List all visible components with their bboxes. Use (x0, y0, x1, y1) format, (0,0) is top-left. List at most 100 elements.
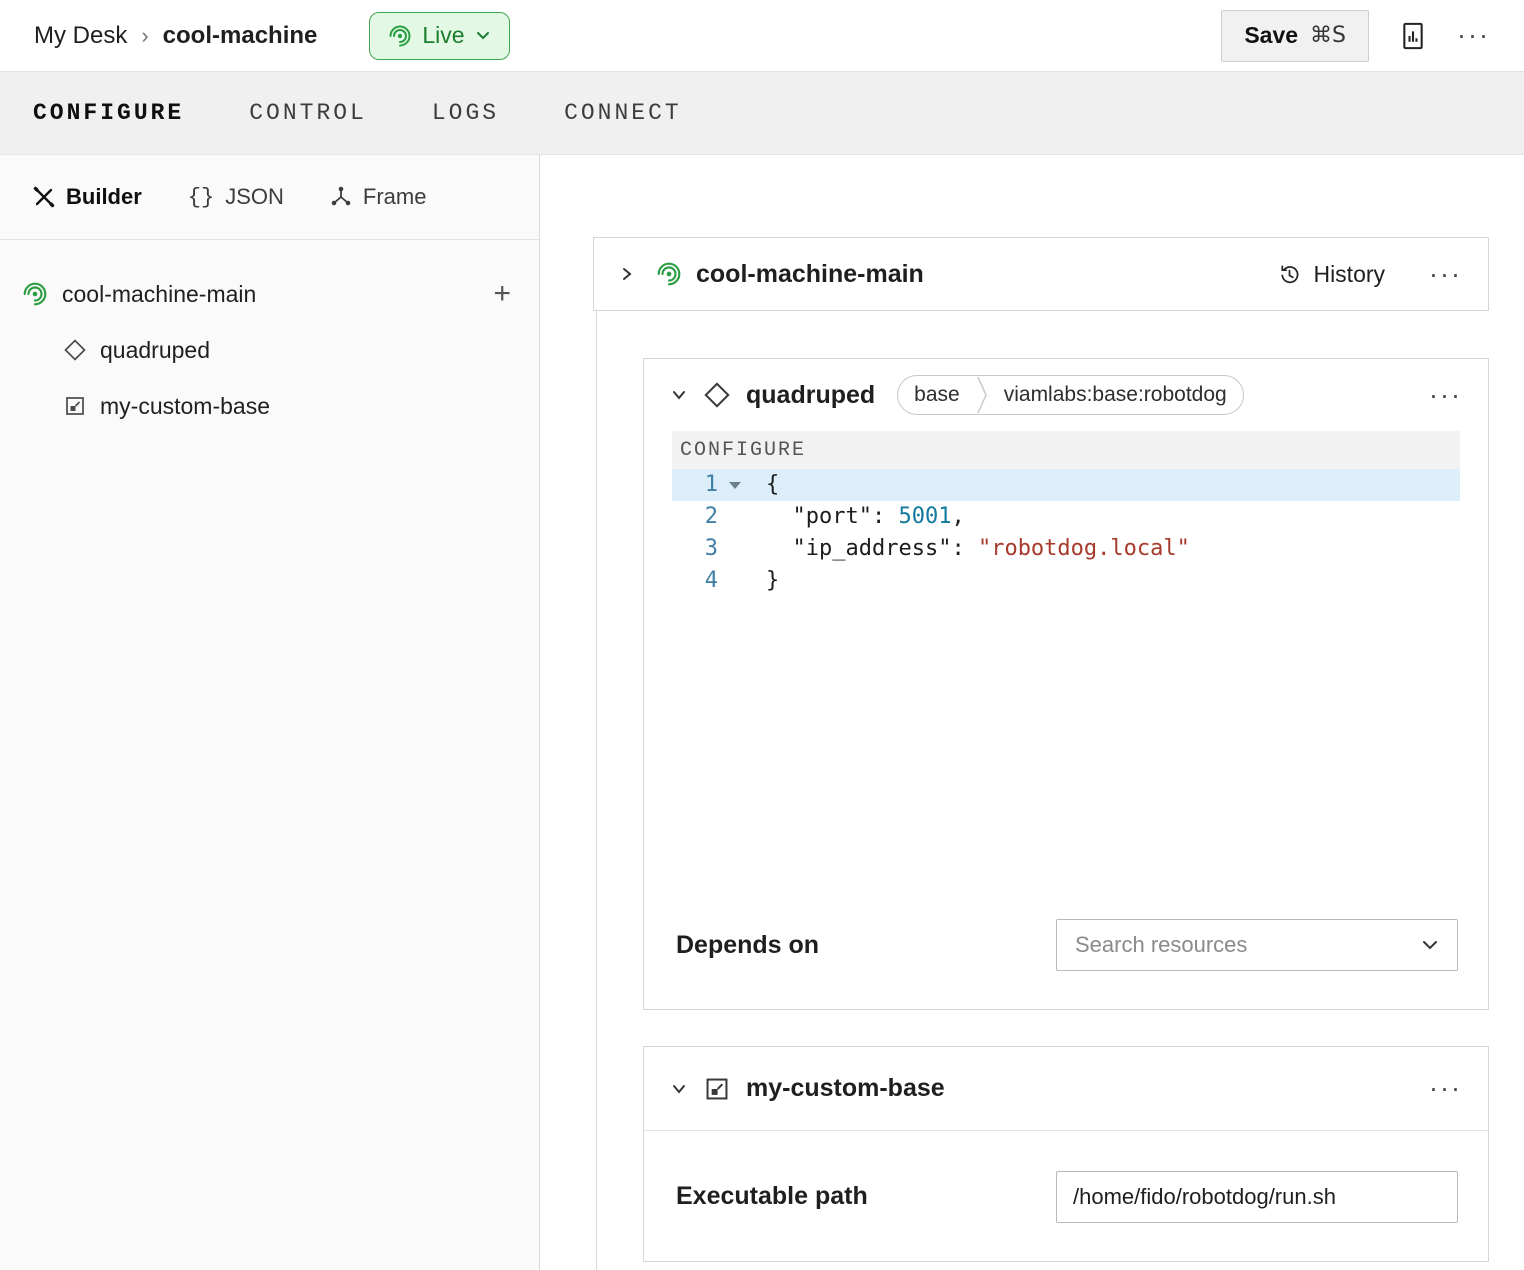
custom-base-more-button[interactable]: ··· (1429, 1075, 1462, 1102)
tree-item-label: quadruped (100, 337, 210, 364)
quadruped-card-header: quadruped base viamlabs:base:robotdog ··… (644, 359, 1488, 431)
header-more-button[interactable]: ··· (1457, 22, 1490, 49)
tree-connector-line (596, 275, 597, 1270)
history-button[interactable]: History (1278, 261, 1385, 288)
badge-model: viamlabs:base:robotdog (988, 376, 1243, 414)
custom-base-card-body: Executable path (644, 1131, 1488, 1262)
tree-item-label: my-custom-base (100, 393, 270, 420)
depends-on-label: Depends on (676, 931, 819, 960)
collapse-custom-base-button[interactable] (670, 1082, 688, 1096)
header: My Desk › cool-machine Live Save ⌘S (0, 0, 1524, 72)
chevron-down-icon (670, 1082, 688, 1096)
history-clock-icon (1278, 263, 1301, 286)
fold-spacer (718, 565, 752, 597)
live-signal-icon (388, 24, 412, 48)
builder-tools-icon (33, 186, 55, 208)
machine-card-more-button[interactable]: ··· (1429, 261, 1462, 288)
module-icon (64, 395, 86, 417)
save-label: Save (1244, 22, 1298, 49)
mode-frame[interactable]: Frame (330, 184, 427, 210)
tab-control[interactable]: CONTROL (249, 100, 367, 126)
depends-on-placeholder: Search resources (1075, 932, 1247, 958)
component-diamond-icon (704, 382, 730, 408)
sidebar: Builder {} JSON Frame (0, 155, 540, 1270)
breadcrumb: My Desk › cool-machine (34, 22, 317, 50)
add-component-button[interactable]: + (493, 279, 511, 309)
expand-machine-button[interactable] (620, 265, 634, 283)
tree-item-label: cool-machine-main (62, 281, 256, 308)
tree-item-quadruped[interactable]: quadruped (0, 322, 539, 378)
code-text: { (752, 469, 779, 501)
code-line[interactable]: 1{ (672, 469, 1460, 501)
code-text: "port": 5001, (752, 501, 965, 533)
resource-tree: cool-machine-main + quadruped (0, 240, 539, 434)
live-label: Live (422, 22, 464, 49)
line-number: 4 (672, 565, 718, 597)
code-text: } (752, 565, 779, 597)
depends-on-row: Depends on Search resources (676, 919, 1458, 971)
mode-builder-label: Builder (66, 184, 142, 210)
live-status-dropdown[interactable]: Live (369, 12, 509, 60)
save-button[interactable]: Save ⌘S (1221, 10, 1369, 62)
document-chart-icon (1399, 21, 1427, 51)
code-line[interactable]: 2 "port": 5001, (672, 501, 1460, 533)
custom-base-card: my-custom-base ··· Executable path (643, 1046, 1489, 1262)
line-number: 1 (672, 469, 718, 501)
custom-base-card-title: my-custom-base (746, 1074, 945, 1103)
depends-on-select[interactable]: Search resources (1056, 919, 1458, 971)
machine-card: cool-machine-main History ··· (593, 237, 1489, 311)
machine-signal-icon (656, 261, 682, 287)
main-panel: cool-machine-main History ··· (540, 155, 1524, 1270)
mode-json-label: JSON (225, 184, 284, 210)
tab-configure[interactable]: CONFIGURE (33, 100, 184, 126)
code-text: "ip_address": "robotdog.local" (752, 533, 1190, 565)
line-number: 3 (672, 533, 718, 565)
fold-spacer (718, 501, 752, 533)
tree-item-machine-main[interactable]: cool-machine-main + (0, 266, 539, 322)
tree-item-my-custom-base[interactable]: my-custom-base (0, 378, 539, 434)
chevron-down-icon (475, 30, 491, 41)
mode-frame-label: Frame (363, 184, 427, 210)
machine-signal-icon (22, 281, 48, 307)
executable-path-input[interactable] (1056, 1171, 1458, 1223)
tab-bar: CONFIGURE CONTROL LOGS CONNECT (0, 72, 1524, 155)
breadcrumb-current: cool-machine (163, 22, 318, 50)
mode-json[interactable]: {} JSON (188, 184, 284, 210)
content: Builder {} JSON Frame (0, 155, 1524, 1270)
module-icon (704, 1076, 730, 1102)
breadcrumb-separator: › (141, 23, 148, 49)
history-label: History (1313, 261, 1385, 288)
configure-section-header: CONFIGURE (672, 431, 1460, 469)
machine-report-button[interactable] (1399, 21, 1427, 51)
tab-connect[interactable]: CONNECT (564, 100, 682, 126)
chevron-down-icon (670, 388, 688, 402)
badge-separator-chevron-icon (976, 375, 988, 415)
chevron-right-icon (620, 265, 634, 283)
fold-spacer (718, 533, 752, 565)
code-line[interactable]: 4} (672, 565, 1460, 597)
save-shortcut: ⌘S (1310, 23, 1346, 48)
fold-toggle-icon[interactable] (718, 469, 752, 501)
code-line[interactable]: 3 "ip_address": "robotdog.local" (672, 533, 1460, 565)
frame-axes-icon (330, 186, 352, 208)
executable-path-label: Executable path (676, 1182, 868, 1211)
mode-builder[interactable]: Builder (33, 184, 142, 210)
collapse-quadruped-button[interactable] (670, 388, 688, 402)
braces-icon: {} (188, 185, 214, 210)
header-actions: Save ⌘S ··· (1221, 10, 1490, 62)
attributes-code-editor[interactable]: 1{2 "port": 5001,3 "ip_address": "robotd… (672, 469, 1460, 897)
config-mode-switcher: Builder {} JSON Frame (0, 155, 539, 240)
quadruped-card: quadruped base viamlabs:base:robotdog ··… (643, 358, 1489, 1010)
component-type-badge: base viamlabs:base:robotdog (897, 375, 1244, 415)
custom-base-card-header: my-custom-base ··· (644, 1047, 1488, 1131)
line-number: 2 (672, 501, 718, 533)
component-diamond-icon (64, 339, 86, 361)
quadruped-card-title: quadruped (746, 381, 875, 410)
chevron-down-icon (1421, 939, 1439, 951)
configure-section-label: CONFIGURE (680, 439, 806, 462)
quadruped-card-more-button[interactable]: ··· (1429, 382, 1462, 409)
badge-type: base (898, 376, 976, 414)
breadcrumb-root[interactable]: My Desk (34, 22, 127, 50)
tab-logs[interactable]: LOGS (432, 100, 499, 126)
machine-card-title: cool-machine-main (696, 260, 924, 289)
